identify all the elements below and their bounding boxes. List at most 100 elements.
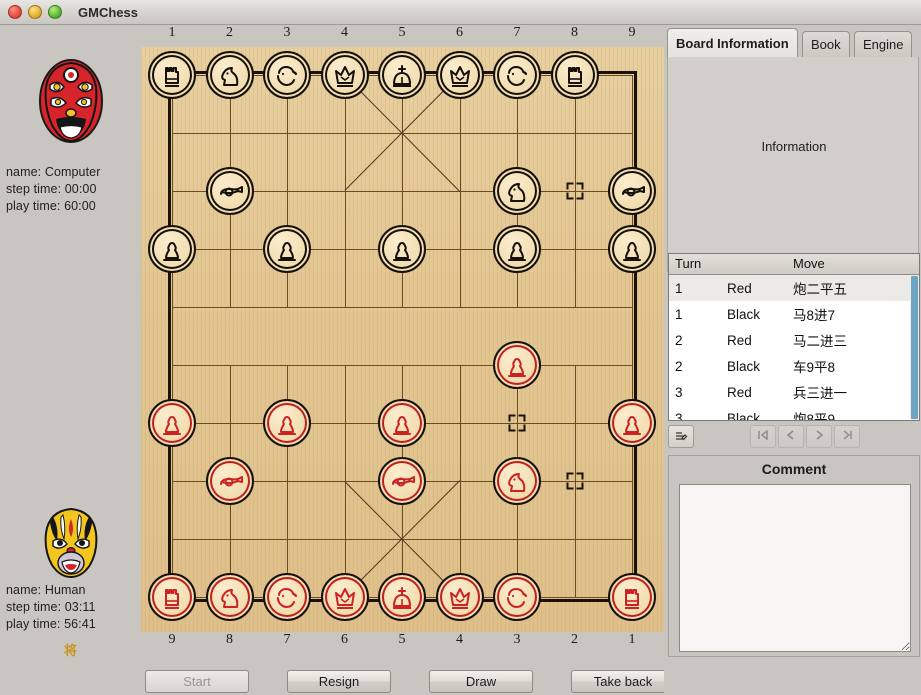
- board-information-pane: Information: [667, 57, 919, 272]
- board-file-line: [172, 75, 173, 597]
- next-move-button: [806, 425, 832, 448]
- move-side: Black: [727, 306, 761, 322]
- file-label-5: 5: [398, 25, 406, 40]
- red-elephant-piece[interactable]: [493, 573, 541, 621]
- file-label-7: 7: [283, 632, 291, 647]
- computer-avatar: [36, 55, 106, 148]
- black-pawn-piece[interactable]: [608, 225, 656, 273]
- draw-button[interactable]: Draw: [429, 670, 533, 693]
- red-pawn-piece[interactable]: [263, 399, 311, 447]
- move-notation: 车9平8: [793, 360, 836, 375]
- move-side: Black: [727, 358, 761, 374]
- black-knight-piece[interactable]: [493, 167, 541, 215]
- file-label-1: 1: [168, 25, 176, 40]
- black-king-piece[interactable]: [378, 51, 426, 99]
- comment-panel: Comment: [668, 455, 920, 657]
- window-titlebar: GMChess: [0, 0, 921, 25]
- edit-board-button[interactable]: [668, 425, 694, 448]
- skip-last-icon: [840, 428, 854, 446]
- file-label-4: 4: [341, 25, 348, 40]
- column-header-side: [721, 254, 787, 274]
- black-advisor-piece[interactable]: [320, 51, 369, 99]
- move-list-scrollbar[interactable]: [910, 275, 919, 420]
- xiangqi-board[interactable]: [141, 47, 664, 632]
- file-label-1: 1: [628, 632, 636, 647]
- move-list-row[interactable]: 2 Black 车9平8: [669, 353, 919, 379]
- red-rook-piece[interactable]: [608, 573, 656, 621]
- move-turn: 3: [675, 384, 683, 400]
- comment-input[interactable]: [679, 484, 911, 652]
- minimize-button[interactable]: [28, 5, 42, 19]
- first-move-button: [750, 425, 776, 448]
- board-point-marker: [508, 414, 526, 432]
- human-play-time-line: play time: 56:41: [6, 617, 96, 631]
- move-list-row[interactable]: 1 Black 马8进7: [669, 301, 919, 327]
- red-king-piece[interactable]: [378, 573, 426, 621]
- red-cannon-piece[interactable]: [378, 457, 426, 505]
- black-rook-piece[interactable]: [148, 51, 196, 99]
- black-cannon-piece[interactable]: [608, 167, 656, 215]
- move-navigation-bar: [668, 425, 920, 451]
- board-point-marker: [566, 182, 583, 200]
- skip-first-icon: [756, 428, 770, 446]
- resign-button[interactable]: Resign: [287, 670, 391, 693]
- black-rook-piece[interactable]: [550, 51, 599, 99]
- human-name-line: name: Human: [6, 583, 86, 597]
- black-advisor-piece[interactable]: [435, 51, 484, 99]
- close-button[interactable]: [8, 5, 22, 19]
- move-list-panel[interactable]: Turn Move 1 Red 炮二平五 1 Black 马8进7 2 Red 马二进三 2 Bla…: [668, 253, 920, 421]
- black-pawn-piece[interactable]: [263, 225, 311, 273]
- black-pawn-piece[interactable]: [148, 225, 196, 273]
- file-label-4: 4: [456, 632, 463, 647]
- scrollbar-thumb[interactable]: [911, 276, 918, 419]
- file-label-6: 6: [456, 25, 463, 40]
- red-pawn-piece[interactable]: [608, 399, 656, 447]
- red-elephant-piece[interactable]: [263, 573, 311, 621]
- black-elephant-piece[interactable]: [493, 51, 541, 99]
- red-advisor-piece[interactable]: [320, 573, 369, 621]
- board-rank-line: [172, 307, 632, 308]
- top-file-labels: 1 2 3 4 5 6 7 8 9: [141, 25, 664, 47]
- move-list-row[interactable]: 1 Red 炮二平五: [669, 275, 919, 301]
- prev-move-button: [778, 425, 804, 448]
- computer-step-time-line: step time: 00:00: [6, 182, 97, 196]
- start-button[interactable]: Start: [145, 670, 249, 693]
- chevron-left-icon: [784, 428, 798, 446]
- move-list-row[interactable]: 3 Black 炮8平9: [669, 405, 919, 421]
- move-side: Red: [727, 332, 752, 348]
- red-rook-piece[interactable]: [148, 573, 196, 621]
- move-notation: 炮二平五: [793, 282, 847, 297]
- tab-book[interactable]: Book: [802, 31, 850, 58]
- move-turn: 1: [675, 280, 683, 296]
- move-turn: 2: [675, 332, 683, 348]
- board-file-line: [632, 75, 633, 597]
- red-pawn-piece[interactable]: [378, 399, 426, 447]
- black-cannon-piece[interactable]: [205, 167, 254, 215]
- black-pawn-piece[interactable]: [493, 225, 541, 273]
- move-list-row[interactable]: 3 Red 兵三进一: [669, 379, 919, 405]
- gmchess-window: GMChess name: Computer step time: 00:00 …: [0, 0, 921, 695]
- red-pawn-piece[interactable]: [148, 399, 196, 447]
- black-pawn-piece[interactable]: [378, 225, 426, 273]
- last-move-button: [834, 425, 860, 448]
- information-label: Information: [761, 139, 827, 154]
- red-knight-piece[interactable]: [493, 457, 541, 505]
- move-side: Black: [727, 410, 761, 421]
- red-pawn-piece[interactable]: [493, 341, 541, 389]
- red-advisor-piece[interactable]: [435, 573, 484, 621]
- red-knight-piece[interactable]: [205, 573, 254, 621]
- tab-board-information[interactable]: Board Information: [667, 28, 798, 58]
- file-label-5: 5: [398, 632, 406, 647]
- human-step-time-line: step time: 03:11: [6, 600, 96, 614]
- move-turn: 1: [675, 306, 683, 322]
- black-elephant-piece[interactable]: [263, 51, 311, 99]
- maximize-button[interactable]: [48, 5, 62, 19]
- take-back-button[interactable]: Take back: [571, 670, 675, 693]
- column-header-turn: Turn: [675, 256, 702, 271]
- file-label-3: 3: [513, 632, 521, 647]
- tab-engine[interactable]: Engine: [854, 31, 913, 58]
- move-notation: 炮8平9: [793, 412, 836, 421]
- move-list-row[interactable]: 2 Red 马二进三: [669, 327, 919, 353]
- black-knight-piece[interactable]: [205, 51, 254, 99]
- red-cannon-piece[interactable]: [205, 457, 254, 505]
